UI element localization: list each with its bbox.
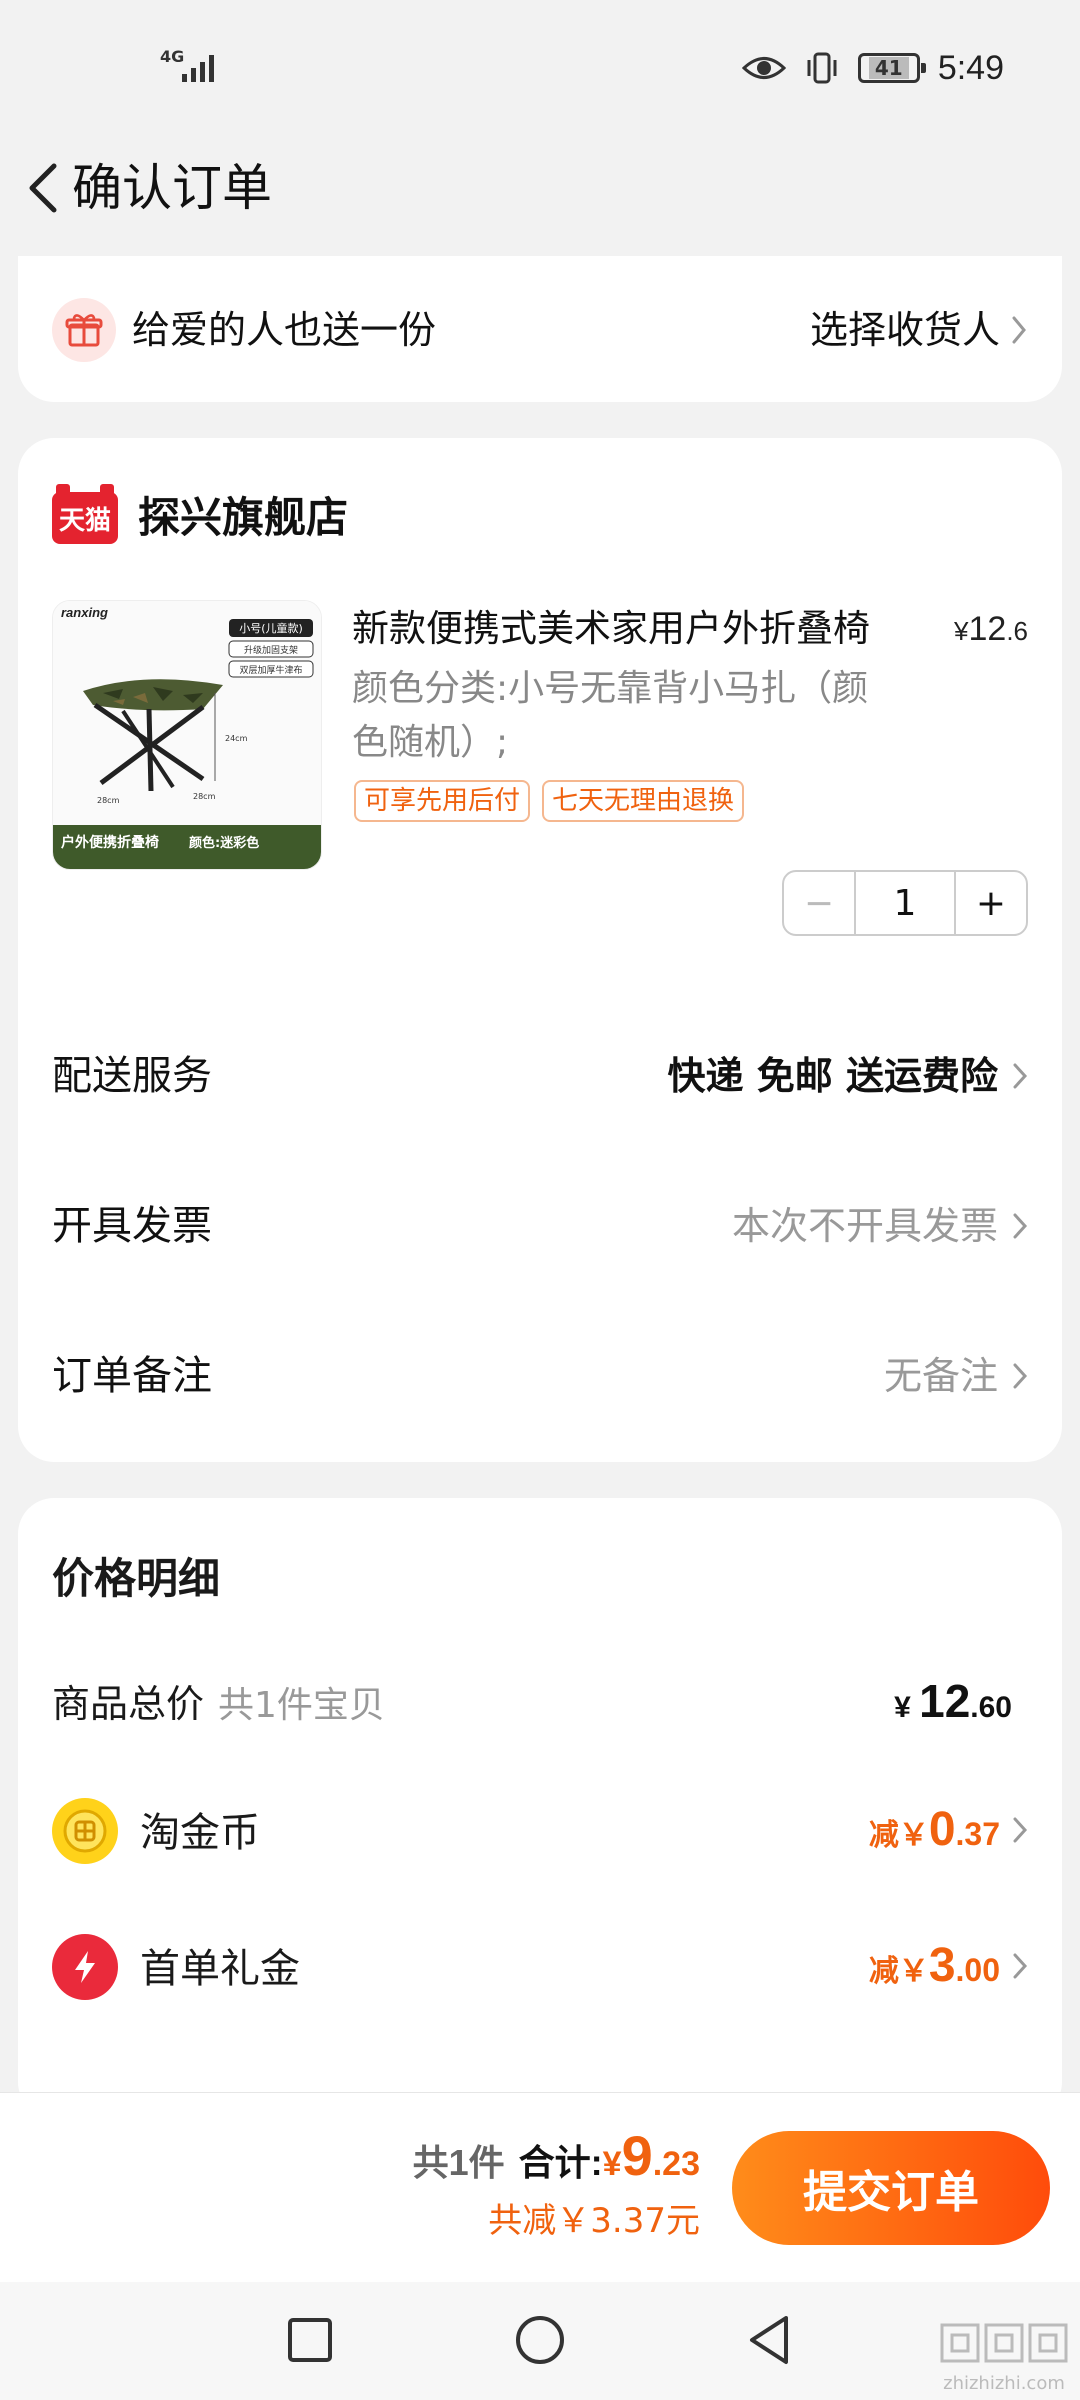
- lightning-icon: [52, 1934, 118, 2000]
- image-dim-width-2: 28cm: [193, 792, 216, 801]
- delivery-value: 快递 免邮 送运费险: [668, 1046, 1028, 1106]
- tag-pay-later: 可享先用后付: [354, 780, 531, 822]
- status-right: 41 5:49: [741, 44, 1004, 92]
- invoice-row[interactable]: 开具发票 本次不开具发票: [52, 1196, 1028, 1256]
- home-circle-icon[interactable]: [512, 2312, 568, 2368]
- battery-level: 41: [868, 57, 909, 79]
- tmall-logo: 天猫: [52, 484, 118, 544]
- total-summary: 共1件 合计: ¥ 9 .23: [412, 2124, 700, 2187]
- store-name[interactable]: 探兴旗舰店: [138, 490, 348, 546]
- image-feature-1: 升级加固支架: [244, 644, 298, 656]
- order-note-row[interactable]: 订单备注 无备注: [52, 1346, 1028, 1406]
- quantity-stepper: − 1 +: [782, 870, 1028, 936]
- invoice-value: 本次不开具发票: [732, 1196, 1028, 1256]
- first-order-gift-row[interactable]: 首单礼金 减￥3.00: [52, 1934, 1028, 2004]
- recents-square-icon[interactable]: [282, 2312, 338, 2368]
- invoice-label: 开具发票: [52, 1203, 212, 1249]
- signal-bars-icon: [182, 52, 214, 82]
- chevron-right-icon: [1013, 1213, 1028, 1239]
- image-brand-text: ranxing: [61, 605, 108, 620]
- taojinbi-discount: 减￥0.37: [869, 1802, 1028, 1857]
- folding-stool-illustration: ranxing 小号(儿童款) 升级加固支架 双层加厚牛津布 24cm 28cm…: [53, 601, 321, 869]
- total-amount: 9: [621, 2124, 653, 2187]
- goods-total-value: ¥ 12.60: [894, 1675, 1012, 1727]
- product-tags: 可享先用后付 七天无理由退换: [354, 780, 745, 822]
- battery-icon: 41: [857, 53, 926, 83]
- delivery-label: 配送服务: [52, 1053, 212, 1099]
- system-nav-bar: zhizhizhi.com: [0, 2282, 1080, 2400]
- chevron-right-icon: [1013, 1063, 1028, 1089]
- back-triangle-icon[interactable]: [742, 2312, 798, 2368]
- image-size-label: 小号(儿童款): [239, 621, 303, 635]
- image-feature-2: 双层加厚牛津布: [239, 664, 302, 676]
- chevron-right-icon: [1013, 1363, 1028, 1389]
- choose-recipient-label: 选择收货人: [809, 308, 1000, 352]
- chevron-right-icon: [1013, 1817, 1028, 1842]
- taojinbi-label: 淘金币: [140, 1810, 260, 1856]
- vibrate-icon: [807, 52, 837, 84]
- chevron-right-icon: [1013, 1953, 1028, 1978]
- price-detail-card: 价格明细 商品总价 共1件宝贝 ¥ 12.60 淘金币 减￥0.37 首单礼金 减…: [18, 1498, 1062, 2118]
- watermark-text: zhizhizhi.com: [943, 2373, 1065, 2394]
- watermark-logo-icon: [938, 2321, 1070, 2374]
- image-banner-left: 户外便携折叠椅: [61, 834, 159, 851]
- header: 确认订单: [0, 140, 1080, 236]
- watermark: zhizhizhi.com: [938, 2321, 1070, 2394]
- image-dim-width-1: 28cm: [97, 796, 120, 805]
- taojinbi-row[interactable]: 淘金币 减￥0.37: [52, 1798, 1028, 1868]
- status-bar: 4G 41 5:49: [0, 0, 1080, 132]
- price-detail-title: 价格明细: [52, 1554, 221, 1603]
- tag-seven-day-return: 七天无理由退换: [542, 780, 745, 822]
- back-arrow-icon[interactable]: [14, 152, 74, 224]
- product-image[interactable]: ranxing 小号(儿童款) 升级加固支架 双层加厚牛津布 24cm 28cm…: [52, 600, 322, 870]
- total-discount: 共减￥3.37元: [488, 2201, 700, 2241]
- image-banner-right: 颜色:迷彩色: [189, 835, 259, 851]
- order-note-value: 无备注: [884, 1346, 1028, 1406]
- gift-icon: [52, 298, 116, 362]
- goods-total-label: 商品总价 共1件宝贝: [52, 1682, 385, 1726]
- gold-coin-icon: [52, 1798, 118, 1864]
- decrease-quantity-button[interactable]: −: [784, 872, 856, 934]
- goods-count: 共1件宝贝: [218, 1685, 385, 1726]
- first-order-gift-discount: 减￥3.00: [869, 1938, 1028, 1993]
- gift-text: 给爱的人也送一份: [132, 308, 437, 352]
- first-order-gift-label: 首单礼金: [140, 1946, 300, 1992]
- choose-recipient-button[interactable]: 选择收货人: [810, 304, 1028, 356]
- gift-card[interactable]: 给爱的人也送一份 选择收货人: [18, 256, 1062, 402]
- signal-indicator: 4G: [160, 44, 220, 84]
- clock: 5:49: [937, 48, 1004, 87]
- quantity-value[interactable]: 1: [856, 872, 954, 934]
- delivery-row[interactable]: 配送服务 快递 免邮 送运费险: [52, 1046, 1028, 1106]
- store-card: 天猫 探兴旗舰店 ranxing 小号(儿童款) 升级加固支架 双层加厚牛津布 …: [18, 438, 1062, 1462]
- product-spec[interactable]: 颜色分类:小号无靠背小马扎（颜色随机）;: [352, 662, 872, 770]
- network-type: 4G: [160, 47, 185, 66]
- product-price: ¥12.6: [954, 610, 1028, 648]
- page-title: 确认订单: [72, 159, 272, 217]
- checkout-bar: 共1件 合计: ¥ 9 .23 共减￥3.37元 提交订单: [0, 2092, 1080, 2282]
- item-count: 共1件: [412, 2142, 505, 2183]
- eye-icon: [741, 57, 786, 79]
- increase-quantity-button[interactable]: +: [954, 872, 1026, 934]
- image-dim-height: 24cm: [225, 734, 248, 743]
- order-note-label: 订单备注: [52, 1353, 212, 1399]
- chevron-right-icon: [1012, 316, 1026, 344]
- submit-order-button[interactable]: 提交订单: [732, 2131, 1050, 2245]
- product-title[interactable]: 新款便携式美术家用户外折叠椅: [352, 602, 912, 656]
- total-label: 合计:: [518, 2142, 603, 2183]
